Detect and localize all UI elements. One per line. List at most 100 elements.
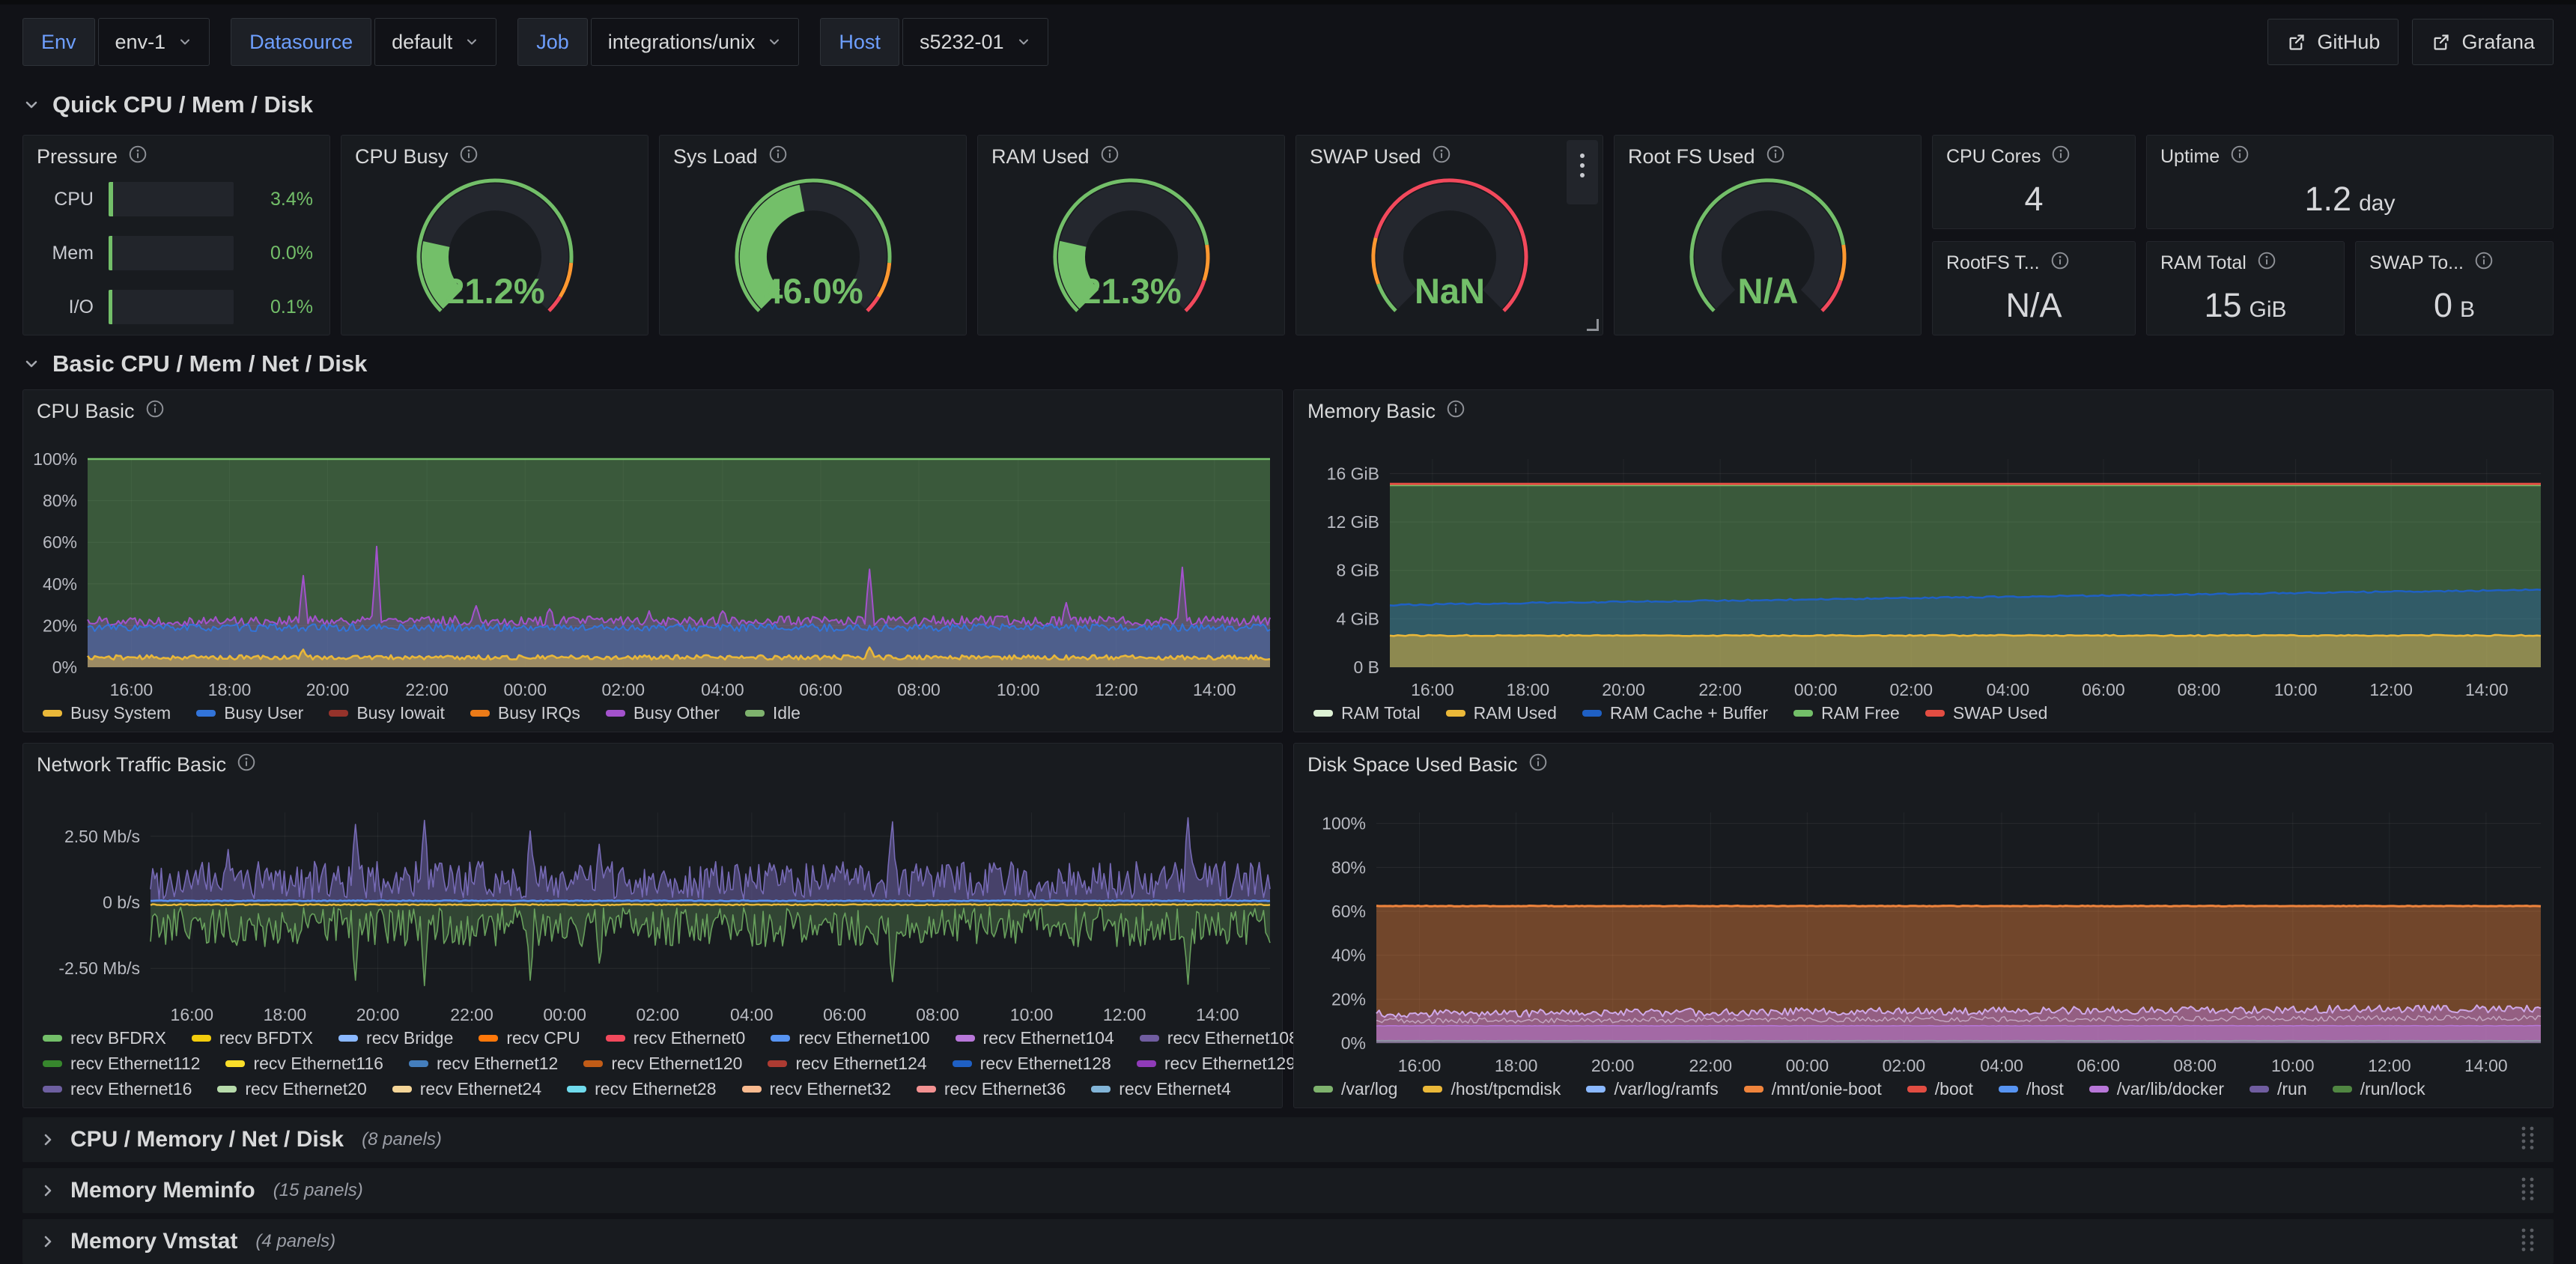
collapsed-row-cpu-memory-net-disk[interactable]: CPU / Memory / Net / Disk(8 panels) bbox=[22, 1117, 2554, 1162]
legend-item-recv-ethernet128[interactable]: recv Ethernet128 bbox=[953, 1054, 1111, 1074]
panel-title[interactable]: SWAP To... bbox=[2356, 242, 2553, 276]
variable-value-dropdown[interactable]: default bbox=[374, 18, 496, 66]
info-icon[interactable] bbox=[2230, 145, 2250, 169]
info-icon[interactable] bbox=[768, 145, 788, 169]
legend-item--host[interactable]: /host bbox=[1999, 1079, 2064, 1099]
panel-title[interactable]: RAM Used bbox=[978, 136, 1284, 169]
stat-value-number: 1.2 bbox=[2305, 180, 2352, 219]
legend-item--run[interactable]: /run bbox=[2250, 1079, 2307, 1099]
legend-label: Idle bbox=[773, 703, 801, 723]
legend-item-recv-bfdrx[interactable]: recv BFDRX bbox=[43, 1028, 166, 1048]
legend-item-recv-ethernet120[interactable]: recv Ethernet120 bbox=[583, 1054, 742, 1074]
panel-title[interactable]: Pressure bbox=[23, 136, 329, 169]
panel-pressure: Pressure CPU 3.4%Mem 0.0%I/O 0.1% bbox=[22, 135, 330, 335]
svg-text:22:00: 22:00 bbox=[405, 680, 449, 699]
legend-item-recv-ethernet0[interactable]: recv Ethernet0 bbox=[606, 1028, 746, 1048]
panel-title[interactable]: Root FS Used bbox=[1614, 136, 1921, 169]
row-drag-handle[interactable] bbox=[2519, 1227, 2537, 1257]
memory-basic-plot[interactable]: 0 B4 GiB8 GiB12 GiB16 GiB16:0018:0020:00… bbox=[1294, 390, 2554, 737]
collapsed-row-memory-vmstat[interactable]: Memory Vmstat(4 panels) bbox=[22, 1219, 2554, 1264]
legend-item-recv-ethernet20[interactable]: recv Ethernet20 bbox=[217, 1079, 366, 1099]
legend-item--var-lib-docker[interactable]: /var/lib/docker bbox=[2089, 1079, 2224, 1099]
legend-item--var-log-ramfs[interactable]: /var/log/ramfs bbox=[1586, 1079, 1718, 1099]
panel-cpu-basic: CPU Basic 0%20%40%60%80%100%16:0018:0020… bbox=[22, 389, 1283, 732]
legend-item--mnt-onie-boot[interactable]: /mnt/onie-boot bbox=[1744, 1079, 1882, 1099]
panel-title[interactable]: SWAP Used bbox=[1296, 136, 1603, 169]
legend-item-recv-ethernet24[interactable]: recv Ethernet24 bbox=[392, 1079, 541, 1099]
link-label: Grafana bbox=[2461, 31, 2535, 54]
legend-item-ram-free[interactable]: RAM Free bbox=[1793, 703, 1900, 723]
legend-item-recv-ethernet108[interactable]: recv Ethernet108 bbox=[1140, 1028, 1298, 1048]
legend-row: /var/log/host/tpcmdisk/var/log/ramfs/mnt… bbox=[1313, 1078, 2542, 1100]
disk-space-plot[interactable]: 0%20%40%60%80%100%16:0018:0020:0022:0000… bbox=[1294, 744, 2554, 1113]
legend-swatch bbox=[338, 1035, 358, 1042]
panel-title[interactable]: Uptime bbox=[2147, 136, 2553, 169]
panel-title[interactable]: CPU Busy bbox=[341, 136, 648, 169]
legend-item-recv-bridge[interactable]: recv Bridge bbox=[338, 1028, 453, 1048]
pressure-label: CPU bbox=[40, 189, 94, 210]
legend-item-recv-ethernet16[interactable]: recv Ethernet16 bbox=[43, 1079, 192, 1099]
legend-item-recv-ethernet116[interactable]: recv Ethernet116 bbox=[225, 1054, 383, 1074]
panel-title[interactable]: RootFS T... bbox=[1933, 242, 2135, 276]
svg-text:06:00: 06:00 bbox=[799, 680, 842, 699]
row-drag-handle[interactable] bbox=[2519, 1176, 2537, 1206]
legend-item-recv-ethernet36[interactable]: recv Ethernet36 bbox=[917, 1079, 1066, 1099]
variable-value-dropdown[interactable]: s5232-01 bbox=[902, 18, 1048, 66]
legend-item-ram-cache-buffer[interactable]: RAM Cache + Buffer bbox=[1582, 703, 1768, 723]
legend-swatch bbox=[583, 1060, 603, 1067]
legend-item-idle[interactable]: Idle bbox=[745, 703, 801, 723]
legend-item-recv-ethernet100[interactable]: recv Ethernet100 bbox=[771, 1028, 929, 1048]
info-icon[interactable] bbox=[2050, 251, 2070, 276]
legend-item-ram-used[interactable]: RAM Used bbox=[1446, 703, 1557, 723]
legend-item--run-lock[interactable]: /run/lock bbox=[2333, 1079, 2425, 1099]
link-button-github[interactable]: GitHub bbox=[2267, 19, 2399, 65]
info-icon[interactable] bbox=[128, 145, 148, 169]
cpu-basic-plot[interactable]: 0%20%40%60%80%100%16:0018:0020:0022:0000… bbox=[23, 390, 1284, 737]
legend-item-recv-ethernet4[interactable]: recv Ethernet4 bbox=[1091, 1079, 1231, 1099]
legend-item-recv-ethernet32[interactable]: recv Ethernet32 bbox=[742, 1079, 891, 1099]
legend-item--boot[interactable]: /boot bbox=[1907, 1079, 1973, 1099]
legend-item-ram-total[interactable]: RAM Total bbox=[1313, 703, 1421, 723]
row-header-quick[interactable]: Quick CPU / Mem / Disk bbox=[22, 91, 313, 118]
info-icon[interactable] bbox=[2474, 251, 2494, 276]
info-icon[interactable] bbox=[2051, 145, 2071, 169]
legend-item--var-log[interactable]: /var/log bbox=[1313, 1079, 1397, 1099]
info-icon[interactable] bbox=[1432, 145, 1451, 169]
legend-item-busy-iowait[interactable]: Busy Iowait bbox=[329, 703, 445, 723]
variable-value-dropdown[interactable]: env-1 bbox=[98, 18, 210, 66]
legend-label: Busy User bbox=[224, 703, 303, 723]
info-icon[interactable] bbox=[459, 145, 479, 169]
row-drag-handle[interactable] bbox=[2519, 1125, 2537, 1155]
legend-item-busy-irqs[interactable]: Busy IRQs bbox=[470, 703, 580, 723]
legend-item-swap-used[interactable]: SWAP Used bbox=[1925, 703, 2048, 723]
row-header-basic[interactable]: Basic CPU / Mem / Net / Disk bbox=[22, 350, 367, 377]
legend-item-recv-ethernet129[interactable]: recv Ethernet129 bbox=[1137, 1054, 1295, 1074]
panel-resize-handle[interactable] bbox=[1587, 319, 1599, 331]
svg-text:00:00: 00:00 bbox=[503, 680, 547, 699]
legend-item--host-tpcmdisk[interactable]: /host/tpcmdisk bbox=[1423, 1079, 1561, 1099]
legend-item-recv-cpu[interactable]: recv CPU bbox=[479, 1028, 580, 1048]
legend-item-recv-ethernet28[interactable]: recv Ethernet28 bbox=[567, 1079, 716, 1099]
info-icon[interactable] bbox=[1100, 145, 1120, 169]
legend-label: recv Ethernet108 bbox=[1167, 1028, 1298, 1048]
legend-label: recv Ethernet12 bbox=[437, 1054, 558, 1074]
variable-value-dropdown[interactable]: integrations/unix bbox=[591, 18, 800, 66]
legend-item-recv-ethernet112[interactable]: recv Ethernet112 bbox=[43, 1054, 200, 1074]
variable-datasource: Datasource default bbox=[231, 18, 496, 66]
legend-item-recv-ethernet104[interactable]: recv Ethernet104 bbox=[956, 1028, 1114, 1048]
panel-title[interactable]: CPU Cores bbox=[1933, 136, 2135, 169]
legend-item-recv-ethernet124[interactable]: recv Ethernet124 bbox=[768, 1054, 926, 1074]
collapsed-row-memory-meminfo[interactable]: Memory Meminfo(15 panels) bbox=[22, 1168, 2554, 1213]
legend-item-busy-other[interactable]: Busy Other bbox=[606, 703, 720, 723]
panel-title[interactable]: Sys Load bbox=[660, 136, 966, 169]
legend-item-busy-user[interactable]: Busy User bbox=[196, 703, 303, 723]
panel-menu-button[interactable] bbox=[1567, 140, 1598, 204]
info-icon[interactable] bbox=[1766, 145, 1785, 169]
panel-title[interactable]: RAM Total bbox=[2147, 242, 2344, 276]
legend-item-busy-system[interactable]: Busy System bbox=[43, 703, 171, 723]
svg-text:10:00: 10:00 bbox=[1010, 1005, 1054, 1024]
legend-item-recv-ethernet12[interactable]: recv Ethernet12 bbox=[409, 1054, 558, 1074]
info-icon[interactable] bbox=[2257, 251, 2276, 276]
legend-item-recv-bfdtx[interactable]: recv BFDTX bbox=[192, 1028, 313, 1048]
link-button-grafana[interactable]: Grafana bbox=[2412, 19, 2554, 65]
